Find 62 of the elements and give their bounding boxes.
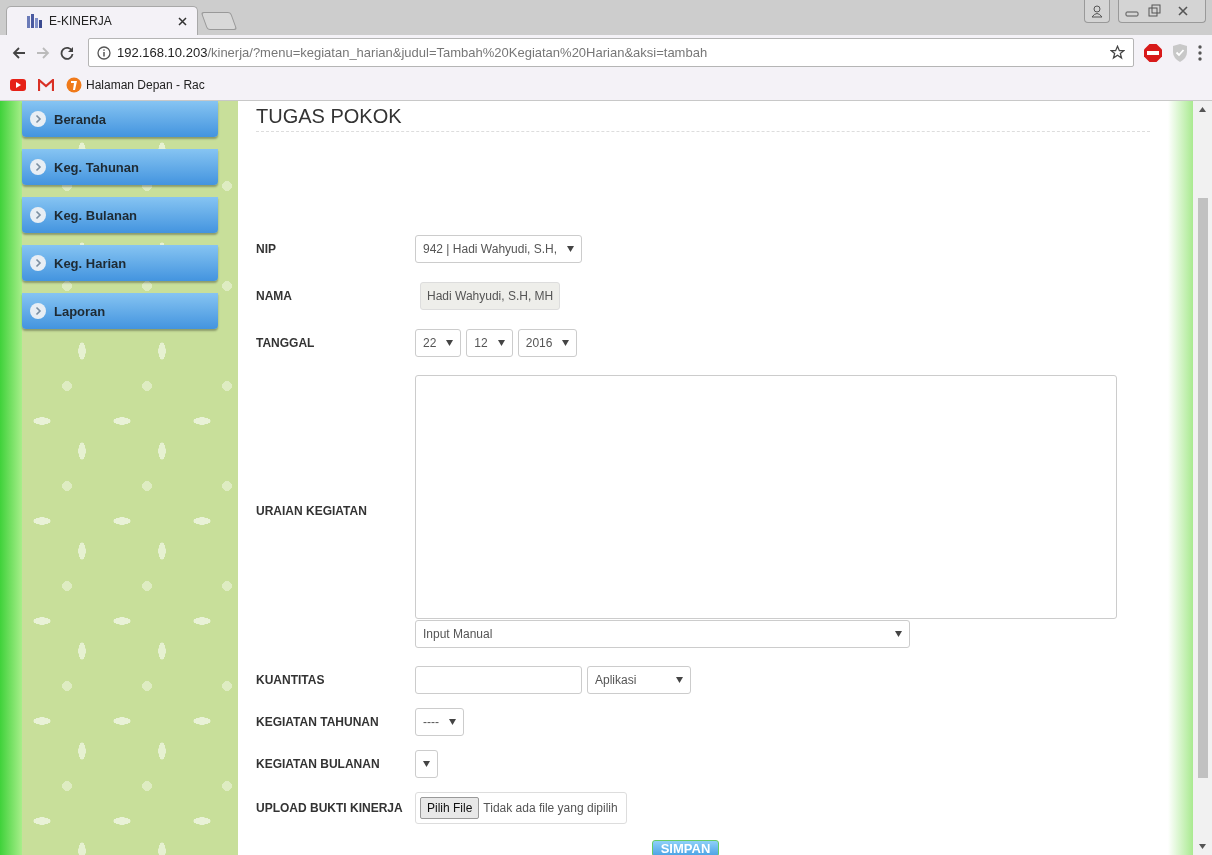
name-field: Hadi Wahyudi, S.H, MH	[420, 281, 561, 310]
caret-icon	[895, 630, 902, 637]
info-icon[interactable]	[97, 45, 111, 60]
date-select[interactable]: 2016	[517, 328, 578, 357]
browser-tab[interactable]: E-KINERJA	[6, 6, 198, 35]
field-label: KEGIATAN TAHUNAN	[256, 715, 380, 729]
tab-title: E-KINERJA	[49, 14, 113, 28]
field-label: NAMA	[256, 288, 293, 303]
favicon-icon	[27, 14, 43, 28]
chevron-icon	[30, 207, 46, 223]
bookmark-link[interactable]: Halaman Depan - Rac	[66, 77, 205, 93]
star-icon[interactable]	[1110, 45, 1125, 60]
profile-button[interactable]	[1084, 0, 1110, 23]
chevron-icon	[30, 303, 46, 319]
dropdown[interactable]	[415, 750, 438, 778]
nav-item[interactable]: Keg. Tahunan	[22, 149, 218, 185]
mail-icon[interactable]	[38, 79, 54, 91]
video-icon[interactable]	[10, 79, 26, 91]
caret-icon	[497, 339, 505, 346]
field-label: URAIAN KEGIATAN	[256, 504, 368, 518]
date-select[interactable]: 12	[466, 328, 513, 357]
file-field[interactable]: Pilih File Tidak ada file yang dipilih	[415, 792, 627, 824]
menu-icon[interactable]	[1198, 44, 1202, 61]
chevron-icon	[30, 255, 46, 271]
source-select[interactable]: Input Manual	[415, 619, 910, 648]
bookmark-favicon-icon	[66, 77, 82, 93]
field-label: KUANTITAS	[256, 673, 326, 687]
field-label: TANGGAL	[256, 335, 316, 350]
close-icon[interactable]	[178, 16, 187, 26]
unit-select[interactable]: Aplikasi	[587, 666, 691, 694]
nav-item[interactable]: Keg. Harian	[22, 245, 218, 281]
back-icon[interactable]	[12, 45, 26, 60]
field-label: KEGIATAN BULANAN	[256, 757, 381, 771]
scroll-thumb[interactable]	[1197, 198, 1208, 778]
url-text: 192.168.10.203/kinerja/?menu=kegiatan_harian&judul=Tambah%20Kegiatan%20Harian&aksi=tambah	[117, 45, 708, 60]
chevron-icon	[30, 111, 46, 127]
caret-icon	[562, 339, 570, 346]
caret-icon	[423, 761, 430, 767]
nav-item[interactable]: Laporan	[22, 293, 218, 329]
adblock-icon[interactable]	[1144, 43, 1162, 62]
field-label: UPLOAD BUKTI KINERJA	[256, 801, 404, 815]
choose-file-button[interactable]: Pilih File	[420, 797, 480, 819]
date-select[interactable]: 22	[415, 328, 462, 357]
page-heading: TUGAS POKOK	[256, 101, 1150, 132]
quantity-input[interactable]	[415, 666, 582, 694]
caret-icon	[676, 677, 683, 683]
chevron-icon	[30, 159, 46, 175]
window-controls[interactable]	[1118, 0, 1206, 23]
scroll-down-icon[interactable]	[1199, 844, 1206, 849]
scrollbar[interactable]	[1193, 101, 1212, 855]
reload-icon[interactable]	[60, 45, 74, 60]
field-label: NIP	[256, 241, 277, 256]
dropdown[interactable]: ----	[415, 708, 464, 736]
address-bar[interactable]: 192.168.10.203/kinerja/?menu=kegiatan_harian&judul=Tambah%20Kegiatan%20Harian&aksi=tambah	[88, 38, 1134, 67]
caret-icon	[449, 719, 456, 725]
file-status-text: Tidak ada file yang dipilih	[483, 801, 618, 815]
nav-item[interactable]: Keg. Bulanan	[22, 197, 218, 233]
caret-icon	[446, 339, 454, 346]
dropdown[interactable]: 942 | Hadi Wahyudi, S.H,	[415, 234, 583, 263]
scroll-up-icon[interactable]	[1199, 107, 1206, 112]
caret-icon	[567, 245, 575, 252]
nav-item[interactable]: Beranda	[22, 101, 218, 137]
